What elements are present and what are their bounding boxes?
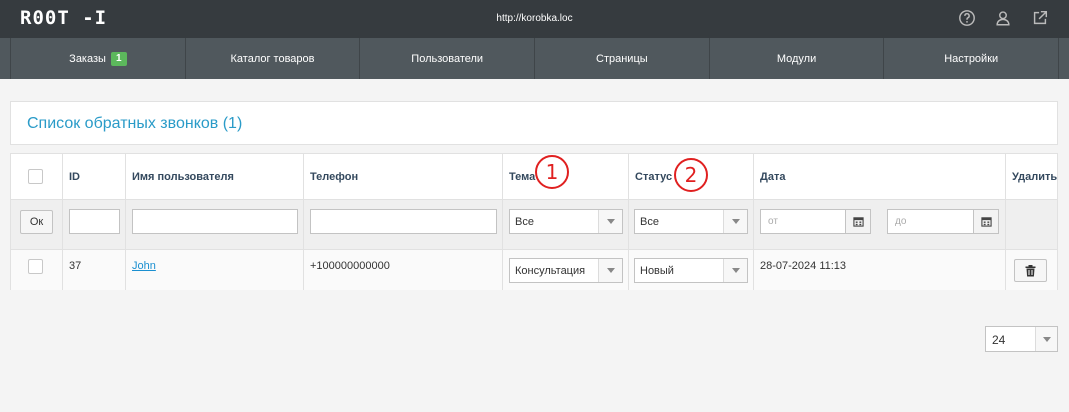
nav-item-users[interactable]: Пользователи: [359, 38, 534, 79]
annotation-marker-1: 1: [535, 155, 569, 189]
filter-id-cell: [63, 200, 126, 249]
column-header-label: Имя пользователя: [132, 171, 234, 183]
filter-submit-cell: Ок: [11, 200, 63, 249]
row-user-link[interactable]: John: [132, 260, 156, 272]
table-row: 37 John +100000000000 Консультация Новый…: [11, 250, 1057, 290]
filter-empty-cell: [1006, 200, 1057, 249]
column-header-label: Удалить: [1012, 171, 1058, 183]
top-bar: R00T -I http://korobka.loc: [0, 0, 1069, 38]
row-id: 37: [69, 260, 82, 272]
filter-phone-input[interactable]: [310, 209, 497, 234]
row-status-cell: Новый: [629, 250, 754, 290]
column-header-label: ID: [69, 171, 80, 183]
column-header-label: Тема: [509, 171, 536, 183]
row-phone-cell: +100000000000: [304, 250, 503, 290]
calendar-icon[interactable]: [973, 210, 998, 233]
filter-date-to[interactable]: до: [887, 209, 999, 234]
filter-user-input[interactable]: [132, 209, 298, 234]
calendar-icon[interactable]: [845, 210, 870, 233]
page-size-select[interactable]: 24: [985, 326, 1058, 352]
chevron-down-icon: [598, 210, 622, 233]
select-all-checkbox[interactable]: [28, 169, 43, 184]
chevron-down-icon: [1035, 327, 1057, 351]
page-size-value: 24: [992, 333, 1006, 347]
trash-icon: [1025, 264, 1036, 276]
delete-button[interactable]: [1014, 259, 1047, 282]
nav-item-label: Пользователи: [411, 52, 484, 65]
filter-id-input[interactable]: [69, 209, 120, 234]
table-header-row: ID Имя пользователя Телефон Тема Статус …: [11, 154, 1057, 199]
select-value: Новый: [640, 265, 674, 277]
column-header-phone[interactable]: Телефон: [304, 154, 503, 199]
nav-item-catalog[interactable]: Каталог товаров: [184, 38, 360, 79]
column-header-delete: Удалить: [1006, 154, 1057, 199]
column-header-label: Дата: [760, 171, 786, 183]
filter-topic-select[interactable]: Все: [509, 209, 623, 234]
column-header-label: Телефон: [310, 171, 359, 183]
row-status-select[interactable]: Новый: [634, 258, 748, 283]
filter-topic-cell: Все: [503, 200, 629, 249]
row-date: 28-07-2024 11:13: [760, 260, 847, 272]
chevron-down-icon: [598, 259, 622, 282]
column-header-label: Статус: [635, 171, 673, 183]
row-select-cell: [11, 250, 63, 290]
orders-count-badge: 1: [110, 51, 127, 66]
table-filter-row: Ок Все Все от до: [11, 199, 1057, 250]
filter-status-cell: Все: [629, 200, 754, 249]
filter-user-cell: [126, 200, 304, 249]
filter-date-cell: от до: [754, 200, 1006, 249]
filter-status-select[interactable]: Все: [634, 209, 748, 234]
row-checkbox[interactable]: [28, 259, 43, 274]
nav-item-label: Страницы: [596, 52, 648, 65]
chevron-down-icon: [723, 259, 747, 282]
nav-item-label: Модули: [776, 52, 817, 65]
external-link-icon[interactable]: [1030, 8, 1050, 28]
select-value: Все: [640, 216, 659, 228]
nav-item-label: Каталог товаров: [230, 52, 315, 65]
site-url-link[interactable]: http://korobka.loc: [0, 13, 1069, 24]
title-panel: Список обратных звонков (1): [10, 101, 1058, 145]
row-id-cell: 37: [63, 250, 126, 290]
nav-item-orders[interactable]: Заказы 1: [10, 38, 185, 79]
filter-date-from[interactable]: от: [760, 209, 871, 234]
column-header-id[interactable]: ID: [63, 154, 126, 199]
select-value: Консультация: [515, 265, 586, 277]
nav-item-modules[interactable]: Модули: [708, 38, 884, 79]
row-date-cell: 28-07-2024 11:13: [754, 250, 1006, 290]
filter-ok-button[interactable]: Ок: [20, 210, 53, 234]
user-icon[interactable]: [993, 8, 1013, 28]
select-all-cell: [11, 154, 63, 199]
date-to-placeholder: до: [895, 216, 907, 227]
nav-item-label: Заказы: [69, 52, 106, 65]
annotation-marker-2: 2: [674, 158, 708, 192]
nav-item-pages[interactable]: Страницы: [534, 38, 709, 79]
row-topic-select[interactable]: Консультация: [509, 258, 623, 283]
column-header-user[interactable]: Имя пользователя: [126, 154, 304, 199]
chevron-down-icon: [723, 210, 747, 233]
row-user-cell: John: [126, 250, 304, 290]
help-icon[interactable]: [957, 8, 977, 28]
row-phone: +100000000000: [310, 260, 390, 272]
nav-item-label: Настройки: [944, 52, 999, 65]
row-delete-cell: [1006, 250, 1057, 290]
row-topic-cell: Консультация: [503, 250, 629, 290]
select-value: Все: [515, 216, 534, 228]
filter-phone-cell: [304, 200, 503, 249]
column-header-date[interactable]: Дата: [754, 154, 1006, 199]
page-title: Список обратных звонков (1): [27, 115, 243, 132]
nav-item-settings[interactable]: Настройки: [883, 38, 1060, 79]
main-nav: Заказы 1 Каталог товаров Пользователи Ст…: [0, 38, 1069, 79]
date-from-placeholder: от: [768, 216, 778, 227]
callbacks-table: ID Имя пользователя Телефон Тема Статус …: [10, 153, 1058, 290]
